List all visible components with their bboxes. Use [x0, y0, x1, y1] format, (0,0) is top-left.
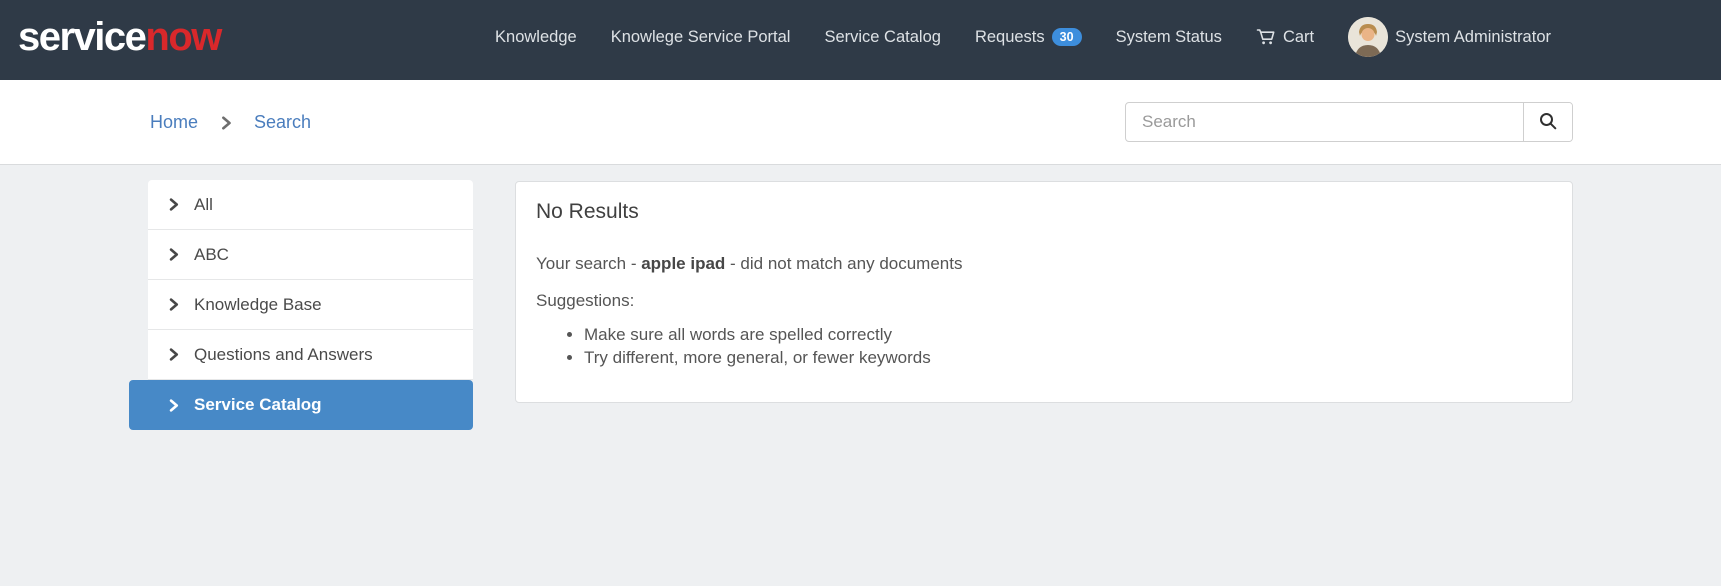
nav-item-label: Service Catalog	[824, 27, 941, 46]
nav-item-knowledge[interactable]: Knowledge	[495, 28, 577, 47]
suggestion-item: Make sure all words are spelled correctl…	[584, 323, 1552, 346]
nav-item-system-status[interactable]: System Status	[1116, 28, 1222, 47]
search-submit-button[interactable]	[1523, 103, 1572, 141]
facet-item-service-catalog-active[interactable]: Service Catalog	[129, 380, 473, 430]
chevron-right-icon	[167, 398, 180, 412]
facet-item-all[interactable]: All	[148, 180, 473, 230]
content-area: All ABC Knowledge Base Questions and Ans…	[0, 165, 1721, 586]
suggestions-label: Suggestions:	[536, 291, 635, 310]
servicenow-logo[interactable]: service now	[18, 14, 222, 60]
message-prefix: Your search -	[536, 254, 642, 273]
nav-item-label: Requests	[974, 27, 1045, 46]
nav-item-service-catalog[interactable]: Service Catalog	[824, 28, 940, 47]
requests-count-badge: 30	[1051, 27, 1082, 47]
nav-item-cart[interactable]: Cart	[1256, 27, 1314, 47]
message-suffix: - did not match any documents	[725, 254, 963, 273]
no-results-message: Your search - apple ipad - did not match…	[536, 254, 1552, 274]
user-avatar	[1348, 17, 1389, 57]
facet-item-abc[interactable]: ABC	[148, 230, 473, 280]
nav-item-label: Knowlege Service Portal	[610, 27, 791, 46]
facet-label: All	[194, 194, 213, 214]
top-navigation-bar: service now Knowledge Knowlege Service Po…	[0, 0, 1721, 80]
nav-item-label: Knowledge	[495, 27, 577, 46]
suggestions-list: Make sure all words are spelled correctl…	[536, 323, 1552, 369]
nav-item-label: System Administrator	[1395, 27, 1551, 46]
logo-text-service: service	[18, 14, 147, 59]
chevron-right-icon	[167, 248, 180, 261]
breadcrumb: Home Search	[150, 112, 311, 133]
nav-item-label: System Status	[1115, 27, 1222, 46]
cart-icon	[1256, 27, 1276, 47]
search-query-text: apple ipad	[641, 254, 726, 273]
nav-menu: Knowledge Knowlege Service Portal Servic…	[495, 17, 1551, 57]
chevron-right-icon	[167, 348, 180, 361]
logo-text-now: now	[145, 14, 222, 59]
chevron-right-icon	[219, 116, 233, 130]
chevron-right-icon	[167, 198, 180, 211]
suggestion-item: Try different, more general, or fewer ke…	[584, 346, 1552, 369]
nav-item-knowlege-service-portal[interactable]: Knowlege Service Portal	[611, 28, 791, 47]
facet-item-knowledge-base[interactable]: Knowledge Base	[148, 280, 473, 330]
nav-item-user-menu[interactable]: System Administrator	[1348, 17, 1551, 57]
breadcrumb-search-link[interactable]: Search	[254, 112, 311, 133]
search-facet-list: All ABC Knowledge Base Questions and Ans…	[129, 180, 473, 430]
facet-label: Service Catalog	[194, 395, 322, 414]
nav-item-requests[interactable]: Requests 30	[975, 28, 1082, 47]
facet-label: Knowledge Base	[194, 294, 322, 314]
page-header-row: Home Search	[0, 80, 1721, 165]
breadcrumb-home-link[interactable]: Home	[150, 112, 198, 133]
no-results-title: No Results	[536, 200, 639, 223]
search-input[interactable]	[1126, 103, 1523, 141]
chevron-right-icon	[167, 298, 180, 311]
search-box	[1125, 102, 1573, 142]
facet-label: ABC	[194, 244, 229, 264]
nav-item-label: Cart	[1282, 27, 1315, 46]
facet-label: Questions and Answers	[194, 344, 373, 364]
search-results-panel: No Results Your search - apple ipad - di…	[515, 181, 1573, 403]
facet-item-questions-and-answers[interactable]: Questions and Answers	[148, 330, 473, 380]
magnifier-icon	[1538, 111, 1558, 134]
